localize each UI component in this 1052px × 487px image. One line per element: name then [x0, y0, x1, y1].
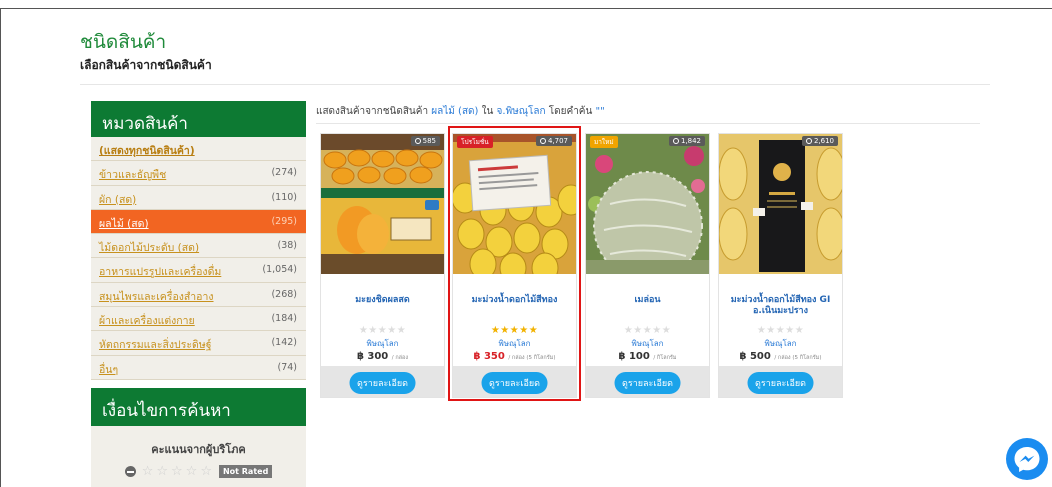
view-count: 1,842: [668, 136, 705, 146]
messenger-chat-button[interactable]: [1006, 438, 1048, 480]
star-icon[interactable]: ☆: [186, 465, 198, 478]
view-details-button[interactable]: ดูรายละเอียด: [614, 372, 681, 394]
eye-icon: [414, 138, 421, 144]
messenger-icon: [1014, 447, 1040, 472]
star-icon[interactable]: ☆: [156, 465, 168, 478]
star-icon[interactable]: ☆: [142, 465, 154, 478]
view-details-button[interactable]: ดูรายละเอียด: [349, 372, 416, 394]
product-image[interactable]: 585: [321, 134, 444, 274]
header-divider: [80, 84, 990, 85]
results-keyword-label: โดยคำค้น: [548, 106, 593, 117]
product-price: ฿ 300 / กล่อง: [356, 351, 409, 362]
eye-icon: [805, 138, 812, 144]
product-name[interactable]: เมล่อน: [586, 295, 709, 321]
category-item-rice-grains[interactable]: ข้าวและธัญพืช (274): [91, 161, 306, 186]
results-in-word: ใน: [481, 106, 494, 117]
product-card[interactable]: 2,610 มะม่วงน้ำดอกไม้สีทอง GI อ.เนินมะปร…: [718, 133, 843, 398]
category-count: (142): [271, 337, 297, 349]
category-label[interactable]: ไม้ดอกไม้ประดับ (สด): [99, 242, 199, 254]
search-conditions-panel: เงื่อนไขการค้นหา คะแนนจากผู้บริโภค ☆ ☆ ☆…: [91, 388, 306, 487]
category-item-fruits[interactable]: ผลไม้ (สด) (295): [91, 209, 306, 235]
product-location[interactable]: พิษณุโลก: [586, 337, 709, 350]
product-location[interactable]: พิษณุโลก: [719, 337, 842, 350]
card-footer: ดูรายละเอียด: [586, 366, 709, 397]
new-badge: มาใหม่: [590, 136, 618, 148]
frame-top-border: [0, 8, 1052, 9]
category-item-vegetables[interactable]: ผัก (สด) (110): [91, 186, 306, 210]
category-label[interactable]: ผลไม้ (สด): [99, 218, 149, 230]
star-icon[interactable]: ☆: [200, 465, 212, 478]
page-subtitle: เลือกสินค้าจากชนิดสินค้า: [80, 58, 212, 72]
category-item-flowers[interactable]: ไม้ดอกไม้ประดับ (สด) (38): [91, 234, 306, 259]
frame-left-border: [0, 8, 1, 487]
card-footer: ดูรายละเอียด: [719, 366, 842, 397]
category-label[interactable]: ข้าวและธัญพืช: [99, 169, 166, 181]
category-item-handicrafts[interactable]: หัตถกรรมและสิ่งประดิษฐ์ (142): [91, 331, 306, 356]
search-conditions-title: เงื่อนไขการค้นหา: [91, 388, 306, 426]
category-panel: หมวดสินค้า (แสดงทุกชนิดสินค้า) ข้าวและธั…: [91, 101, 306, 380]
eye-icon: [672, 138, 679, 144]
category-panel-title: หมวดสินค้า: [91, 101, 306, 137]
card-footer: ดูรายละเอียด: [321, 366, 444, 397]
category-label[interactable]: อาหารแปรรูปและเครื่องดื่ม: [99, 266, 221, 278]
product-image[interactable]: มาใหม่ 1,842: [586, 134, 709, 274]
category-count: (110): [271, 191, 297, 203]
category-label[interactable]: หัตถกรรมและสิ่งประดิษฐ์: [99, 339, 212, 351]
category-label[interactable]: ผัก (สด): [99, 194, 136, 206]
product-image[interactable]: 2,610: [719, 134, 842, 274]
consumer-rating-title: คะแนนจากผู้บริโภค: [151, 443, 246, 456]
product-price: ฿ 500 / กล่อง (5 กิโลกรัม): [739, 351, 822, 362]
rating-filter[interactable]: ☆ ☆ ☆ ☆ ☆ Not Rated: [91, 465, 306, 478]
category-count: (274): [271, 167, 297, 179]
results-divider: [316, 123, 980, 124]
category-label[interactable]: สมุนไพรและเครื่องสำอาง: [99, 291, 214, 303]
results-description: แสดงสินค้าจากชนิดสินค้า ผลไม้ (สด) ใน จ.…: [316, 104, 605, 119]
not-rated-label: Not Rated: [218, 465, 273, 478]
category-item-herbs-cosmetics[interactable]: สมุนไพรและเครื่องสำอาง (268): [91, 283, 306, 308]
category-count: (38): [277, 240, 297, 252]
star-icon[interactable]: ☆: [171, 465, 183, 478]
product-rating-stars: ★★★★★: [358, 325, 407, 336]
page-title: ชนิดสินค้า: [80, 31, 167, 53]
product-card[interactable]: 585 มะยงชิดผลสด ★★★★★ พิษณุโลก ฿ 300 / ก…: [320, 133, 445, 398]
results-province-link[interactable]: จ.พิษณุโลก: [497, 106, 546, 117]
view-details-button[interactable]: ดูรายละเอียด: [747, 372, 814, 394]
view-count: 2,610: [801, 136, 838, 146]
product-card[interactable]: มาใหม่ 1,842 เมล่อน ★★★★★ พิษณุโลก ฿ 100…: [585, 133, 710, 398]
results-keyword: "": [595, 106, 605, 117]
product-price: ฿ 100 / กิโลกรัม: [618, 351, 677, 362]
category-label[interactable]: ผ้าและเครื่องแต่งกาย: [99, 315, 195, 327]
product-rating-stars: ★★★★★: [623, 325, 672, 336]
category-count: (1,054): [262, 264, 297, 276]
view-count: 585: [410, 136, 440, 146]
product-location[interactable]: พิษณุโลก: [321, 337, 444, 350]
highlight-box: [448, 126, 581, 401]
category-count: (295): [271, 215, 297, 227]
category-count: (268): [271, 288, 297, 300]
product-name[interactable]: มะยงชิดผลสด: [321, 295, 444, 321]
product-rating-stars: ★★★★★: [756, 325, 805, 336]
category-label[interactable]: อื่นๆ: [99, 364, 118, 376]
category-item-processed-food[interactable]: อาหารแปรรูปและเครื่องดื่ม (1,054): [91, 258, 306, 283]
category-item-clothing[interactable]: ผ้าและเครื่องแต่งกาย (184): [91, 307, 306, 332]
results-prefix: แสดงสินค้าจากชนิดสินค้า: [316, 106, 429, 117]
results-category-link[interactable]: ผลไม้ (สด): [431, 106, 478, 117]
category-count: (74): [277, 361, 297, 373]
category-count: (184): [271, 313, 297, 325]
category-label[interactable]: (แสดงทุกชนิดสินค้า): [99, 145, 195, 157]
category-item-all[interactable]: (แสดงทุกชนิดสินค้า): [91, 137, 306, 162]
minus-icon[interactable]: [124, 466, 136, 477]
product-name[interactable]: มะม่วงน้ำดอกไม้สีทอง GI อ.เนินมะปราง: [719, 295, 842, 321]
category-item-others[interactable]: อื่นๆ (74): [91, 356, 306, 380]
